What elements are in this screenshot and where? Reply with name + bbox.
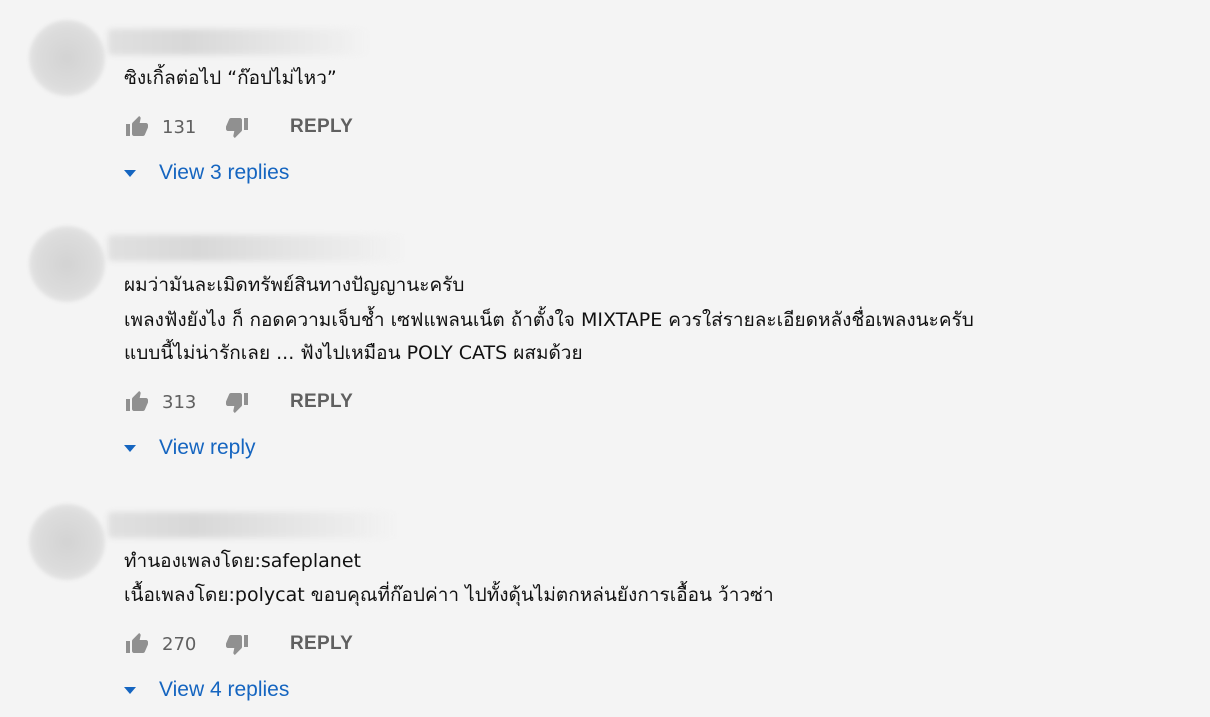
like-count: 270 — [162, 633, 197, 655]
comment-actions: 270 REPLY — [124, 630, 353, 658]
like-count: 131 — [162, 116, 197, 138]
view-replies-button[interactable]: View 4 replies — [122, 676, 289, 704]
caret-down-icon — [122, 440, 138, 456]
author-name-blurred[interactable] — [108, 29, 370, 55]
author-name-blurred[interactable] — [108, 235, 406, 261]
avatar[interactable] — [29, 20, 105, 96]
caret-down-icon — [122, 165, 138, 181]
view-replies-label: View reply — [159, 436, 256, 459]
like-count: 313 — [162, 391, 197, 413]
reply-button[interactable]: REPLY — [290, 633, 353, 655]
comment-actions: 131 REPLY — [124, 113, 353, 141]
comment-text-line-3: แบบนี้ไม่น่ารักเลย ... ฟังไปเหมือน POLY … — [124, 342, 583, 364]
thumb-down-icon[interactable] — [224, 389, 250, 415]
view-replies-label: View 4 replies — [159, 678, 290, 701]
thumb-down-icon[interactable] — [224, 631, 250, 657]
comment-text-line-2: เนื้อเพลงโดย:polycat ขอบคุณที่ก๊อปค่าา ไ… — [124, 584, 774, 606]
view-replies-button[interactable]: View 3 replies — [122, 159, 289, 187]
comment-text: ซิงเกิ้ลต่อไป “ก๊อปไม่ไหว” — [124, 67, 337, 89]
reply-button[interactable]: REPLY — [290, 116, 353, 138]
avatar[interactable] — [29, 226, 105, 302]
thumb-up-icon[interactable] — [124, 389, 150, 415]
view-replies-label: View 3 replies — [159, 161, 290, 184]
thumb-down-icon[interactable] — [224, 114, 250, 140]
comment-text-line-1: ทำนองเพลงโดย:safeplanet — [124, 550, 361, 572]
reply-button[interactable]: REPLY — [290, 391, 353, 413]
author-name-blurred[interactable] — [108, 512, 398, 538]
comment-text-line-1: ผมว่ามันละเมิดทรัพย์สินทางปัญญานะครับ — [124, 274, 465, 296]
thumb-up-icon[interactable] — [124, 631, 150, 657]
view-reply-button[interactable]: View reply — [122, 434, 256, 462]
caret-down-icon — [122, 682, 138, 698]
thumb-up-icon[interactable] — [124, 114, 150, 140]
comment-actions: 313 REPLY — [124, 388, 353, 416]
comment-text-line-2: เพลงฟังยังไง ก็ กอดความเจ็บช้ำ เซฟแพลนเน… — [124, 309, 974, 331]
avatar[interactable] — [29, 504, 105, 580]
